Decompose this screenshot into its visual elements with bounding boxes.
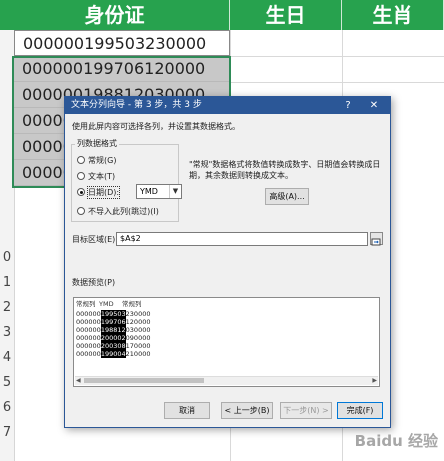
dialog-title: 文本分列向导 - 第 3 步，共 3 步 [71,100,202,110]
preview-cell: 000000 [76,334,101,342]
range-picker-icon [371,238,381,246]
preview-cell: 030000 [125,326,151,334]
preview-cell: 000000 [76,350,101,358]
preview-cell-selected: 199004 [100,350,126,358]
data-preview-label: 数据预览(P) [72,278,116,287]
column-format-label: 列数据格式 [75,138,119,149]
preview-row: 000000200002090000 [76,334,150,342]
row-number-strip [0,30,15,461]
preview-cell-selected: 199706 [100,318,126,326]
preview-cell: 000000 [76,342,101,350]
advanced-button[interactable]: 高级(A)... [265,188,309,205]
column-header-zodiac[interactable]: 生肖 [342,0,444,30]
preview-horizontal-scrollbar[interactable]: ◀ ▶ [75,376,378,385]
preview-cell-selected: 200308 [100,342,126,350]
row-number[interactable]: 5 [0,375,14,390]
preview-cell-selected: 198812 [100,326,126,334]
format-note: "常规"数据格式将数值转换成数字、日期值会转换成日期，其余数据则转换成文本。 [189,160,381,180]
back-button[interactable]: < 上一步(B) [221,402,273,419]
preview-row: 000000200308170000 [76,342,150,350]
id-cell[interactable]: 000000199706120000 [14,56,230,82]
radio-text[interactable] [77,172,85,180]
radio-date-label[interactable]: 日期(D): [86,186,121,199]
close-icon[interactable]: ✕ [366,97,382,114]
column-header-birthday[interactable]: 生日 [230,0,342,30]
radio-text-label[interactable]: 文本(T) [88,171,115,182]
dialog-titlebar[interactable]: 文本分列向导 - 第 3 步，共 3 步 ? ✕ [65,97,390,114]
grid-line [230,82,444,83]
preview-cell: 170000 [125,342,151,350]
radio-date[interactable] [77,188,85,196]
preview-row: 000000199706120000 [76,318,150,326]
column-header-id-card[interactable]: 身份证 [0,0,230,30]
grid-line [230,56,444,57]
row-number[interactable]: 7 [0,425,14,440]
help-icon[interactable]: ? [340,97,356,114]
id-cell[interactable]: 000000199503230000 [14,30,230,56]
preview-cell: 000000 [76,326,101,334]
target-region-input[interactable]: $A$2 [116,232,368,246]
preview-cell: 000000 [76,318,101,326]
scroll-left-icon[interactable]: ◀ [76,377,81,385]
preview-cell: 120000 [125,318,151,326]
date-format-value: YMD [140,187,158,196]
row-number[interactable]: 4 [0,350,14,365]
preview-cell: 230000 [125,310,151,318]
row-number[interactable]: 1 [0,275,14,290]
radio-skip-label[interactable]: 不导入此列(跳过)(I) [88,206,159,217]
preview-row: 000000198812030000 [76,326,150,334]
preview-cell-selected: 199503 [100,310,126,318]
preview-cell: 000000 [76,310,101,318]
row-number[interactable]: 6 [0,400,14,415]
radio-general[interactable] [77,156,85,164]
dialog-description: 使用此屏内容可选择各列，并设置其数据格式。 [72,122,240,131]
baidu-watermark: Baidu 经验 [354,432,438,450]
preview-col-header[interactable]: YMD [99,300,114,309]
preview-col-header[interactable]: 常规列 [122,300,142,309]
next-button[interactable]: 下一步(N) > [280,402,332,419]
text-to-columns-dialog: 文本分列向导 - 第 3 步，共 3 步 ? ✕ 使用此屏内容可选择各列，并设置… [64,96,391,428]
preview-cell-selected: 200002 [100,334,126,342]
row-number[interactable]: 3 [0,325,14,340]
scrollbar-thumb[interactable] [84,378,204,383]
finish-button[interactable]: 完成(F) [337,402,383,419]
range-picker-button[interactable] [370,232,383,246]
radio-general-label[interactable]: 常规(G) [88,155,116,166]
date-format-select[interactable]: YMD ▼ [136,184,182,199]
preview-row: 000000199503230000 [76,310,150,318]
cancel-button[interactable]: 取消 [164,402,210,419]
data-preview-box[interactable]: 常规列 YMD 常规列 000000199503230000 000000199… [73,297,380,387]
preview-row: 000000199004210000 [76,350,150,358]
chevron-down-icon[interactable]: ▼ [169,185,181,198]
radio-skip[interactable] [77,207,85,215]
preview-cell: 090000 [125,334,151,342]
preview-cell: 210000 [125,350,151,358]
preview-col-header[interactable]: 常规列 [76,300,96,309]
target-region-label: 目标区域(E): [72,235,118,244]
row-number[interactable]: 0 [0,250,14,265]
scroll-right-icon[interactable]: ▶ [372,377,377,385]
row-number[interactable]: 2 [0,300,14,315]
